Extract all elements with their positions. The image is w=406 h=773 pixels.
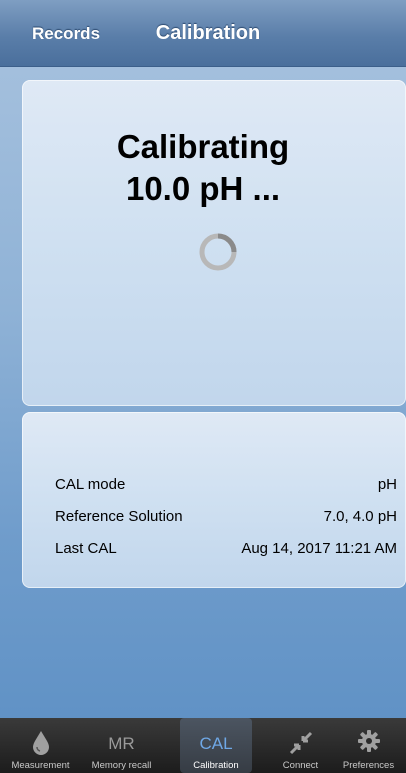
info-row-last-cal: Last CAL Aug 14, 2017 11:21 AM [55,540,397,562]
info-value: Aug 14, 2017 11:21 AM [241,540,397,557]
tab-label: Measurement [11,760,70,771]
tab-calibration[interactable]: CAL Calibration [180,718,252,773]
loading-spinner-icon [199,233,237,271]
info-label: Reference Solution [55,508,183,525]
info-label: Last CAL [55,540,117,557]
info-row-cal-mode: CAL mode pH [55,476,397,498]
droplet-icon [32,731,49,755]
navigation-bar: Records Calibration [0,0,406,67]
tab-label: Calibration [193,760,239,771]
info-row-reference-solution: Reference Solution 7.0, 4.0 pH [55,508,397,530]
calibration-target-text: 10.0 pH ... [125,170,281,207]
tab-memory-recall[interactable]: MR Memory recall [81,718,162,773]
mr-icon: MR [108,734,135,753]
tab-measurement[interactable]: Measurement [0,718,81,773]
gear-icon [357,730,380,752]
cal-icon: CAL [199,734,233,753]
tab-bar: Measurement MR Memory recall CAL Calibra… [0,718,406,773]
connect-arrows-icon [289,731,312,755]
info-value: pH [377,476,397,493]
calibrating-text: Calibrating [116,128,290,165]
info-value: 7.0, 4.0 pH [323,508,397,525]
tab-preferences[interactable]: Preferences [331,718,406,773]
page-title: Calibration [155,22,261,44]
tab-label: Connect [282,760,319,771]
tab-connect[interactable]: Connect [260,718,341,773]
info-label: CAL mode [55,476,126,493]
tab-label: Memory recall [91,760,152,771]
tab-label: Preferences [342,760,395,771]
